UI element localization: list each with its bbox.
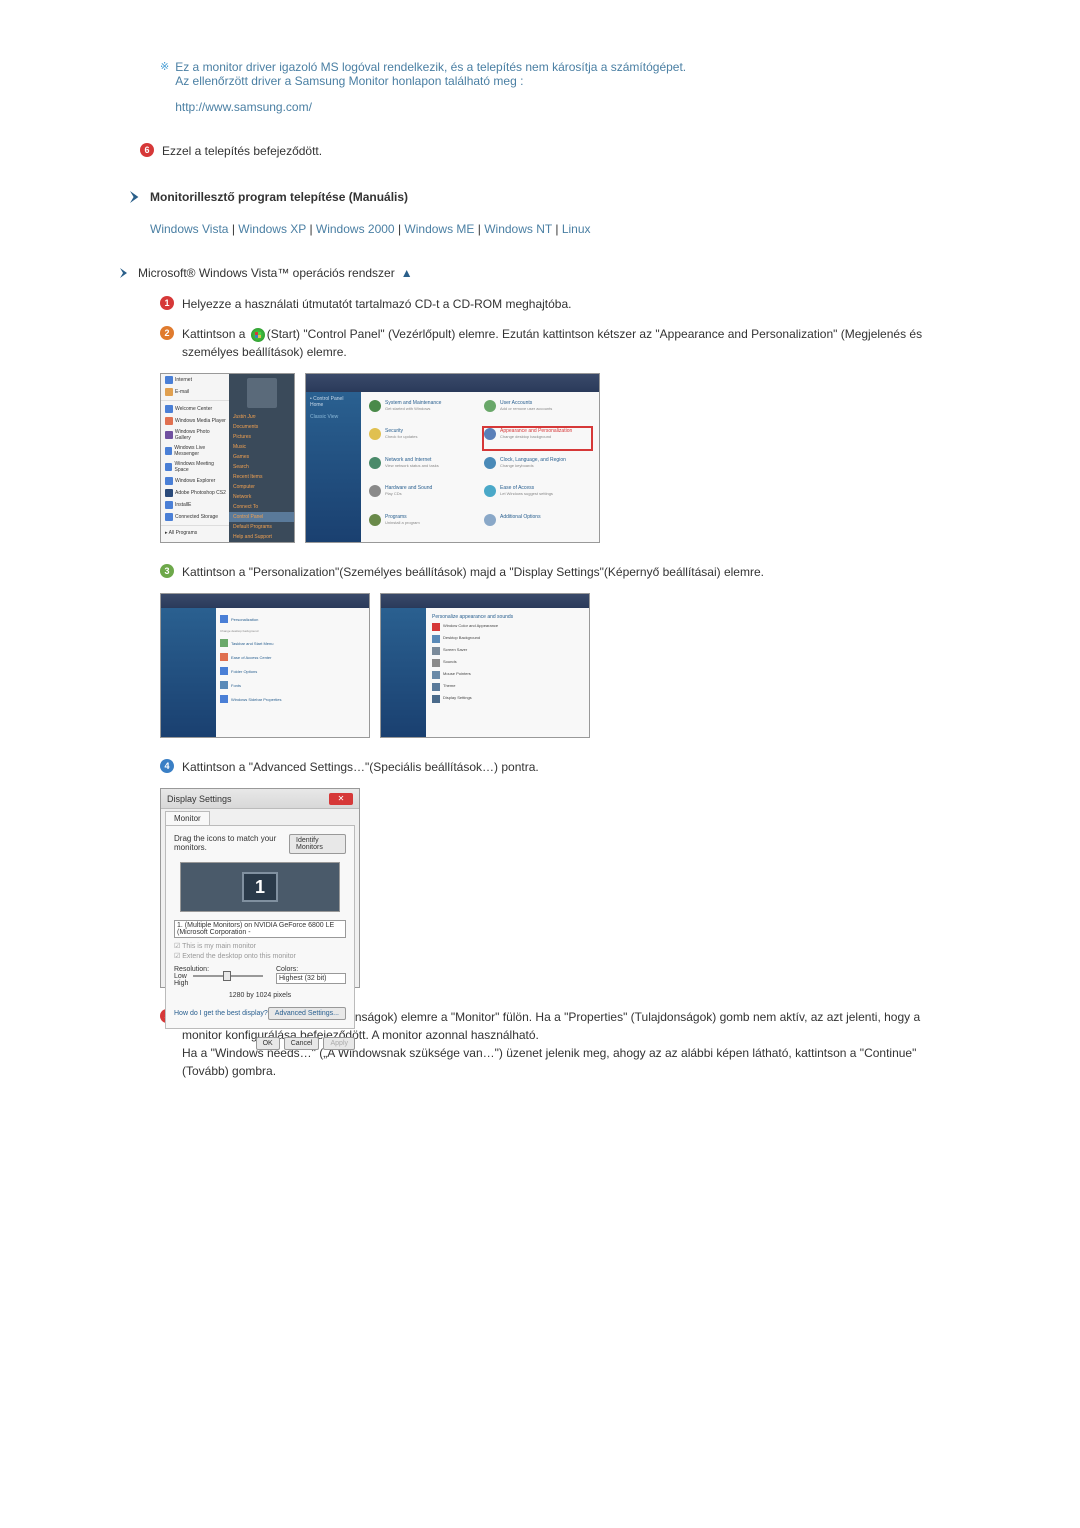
best-display-link[interactable]: How do I get the best display? <box>174 1010 268 1017</box>
personalization-screenshot-1: Personalization Change desktop backgroun… <box>160 593 370 738</box>
samsung-url[interactable]: http://www.samsung.com/ <box>175 100 686 114</box>
linux-link[interactable]: Linux <box>562 222 591 236</box>
monitor-dropdown[interactable]: 1. (Multiple Monitors) on NVIDIA GeForce… <box>174 920 346 938</box>
snowflake-icon: ※ <box>160 60 169 73</box>
w2000-link[interactable]: Windows 2000 <box>316 222 395 236</box>
monitor-preview-1[interactable]: 1 <box>242 872 278 902</box>
main-monitor-checkbox[interactable]: ☑ This is my main monitor <box>174 942 346 950</box>
ok-button[interactable]: OK <box>256 1037 280 1050</box>
step-1-text: Helyezze a használati útmutatót tartalma… <box>182 295 572 313</box>
monitor-tab[interactable]: Monitor <box>165 811 210 825</box>
colors-dropdown[interactable]: Highest (32 bit) <box>276 973 346 984</box>
vista-link[interactable]: Windows Vista <box>150 222 228 236</box>
apply-button[interactable]: Apply <box>323 1037 355 1050</box>
step-6-text: Ezzel a telepítés befejeződött. <box>162 142 322 160</box>
up-arrow-icon[interactable]: ▲ <box>401 266 413 280</box>
resolution-slider[interactable] <box>193 975 263 977</box>
me-link[interactable]: Windows ME <box>404 222 474 236</box>
step-2-text: Kattintson a (Start) "Control Panel" (Ve… <box>182 325 950 361</box>
vista-os-title: Microsoft® Windows Vista™ operációs rend… <box>138 266 395 280</box>
vista-start-menu-screenshot: Internet E-mail Welcome Center Windows M… <box>160 373 295 543</box>
os-links: Windows Vista | Windows XP | Windows 200… <box>150 222 950 236</box>
step-number-4: 4 <box>160 759 174 773</box>
cancel-button[interactable]: Cancel <box>284 1037 320 1050</box>
display-settings-dialog: Display Settings ✕ Monitor Drag the icon… <box>160 788 360 988</box>
step-4-text: Kattintson a "Advanced Settings…"(Speciá… <box>182 758 539 776</box>
section-arrow-icon <box>130 191 142 203</box>
nt-link[interactable]: Windows NT <box>484 222 552 236</box>
resolution-value: 1280 by 1024 pixels <box>174 992 346 999</box>
step-number-1: 1 <box>160 296 174 310</box>
step-number-6: 6 <box>140 143 154 157</box>
manual-install-title: Monitorillesztő program telepítése (Manu… <box>150 190 408 204</box>
note-text-2: Az ellenőrzött driver a Samsung Monitor … <box>175 74 686 88</box>
note-text: Ez a monitor driver igazoló MS logóval r… <box>175 60 686 74</box>
dialog-title: Display Settings <box>167 794 232 804</box>
drag-instruction: Drag the icons to match your monitors. <box>174 834 289 854</box>
advanced-settings-button[interactable]: Advanced Settings... <box>268 1007 346 1020</box>
windows-start-icon <box>251 328 265 342</box>
control-panel-screenshot: • Control Panel Home Classic View System… <box>305 373 600 543</box>
xp-link[interactable]: Windows XP <box>238 222 306 236</box>
step-number-3: 3 <box>160 564 174 578</box>
identify-monitors-button[interactable]: Identify Monitors <box>289 834 346 854</box>
step-3-text: Kattintson a "Personalization"(Személyes… <box>182 563 764 581</box>
extend-desktop-checkbox[interactable]: ☑ Extend the desktop onto this monitor <box>174 952 346 960</box>
close-button[interactable]: ✕ <box>329 793 353 805</box>
colors-label: Colors: <box>276 966 346 973</box>
personalization-screenshot-2: Personalize appearance and sounds Window… <box>380 593 590 738</box>
subsection-arrow-icon <box>120 268 130 278</box>
step-number-2: 2 <box>160 326 174 340</box>
